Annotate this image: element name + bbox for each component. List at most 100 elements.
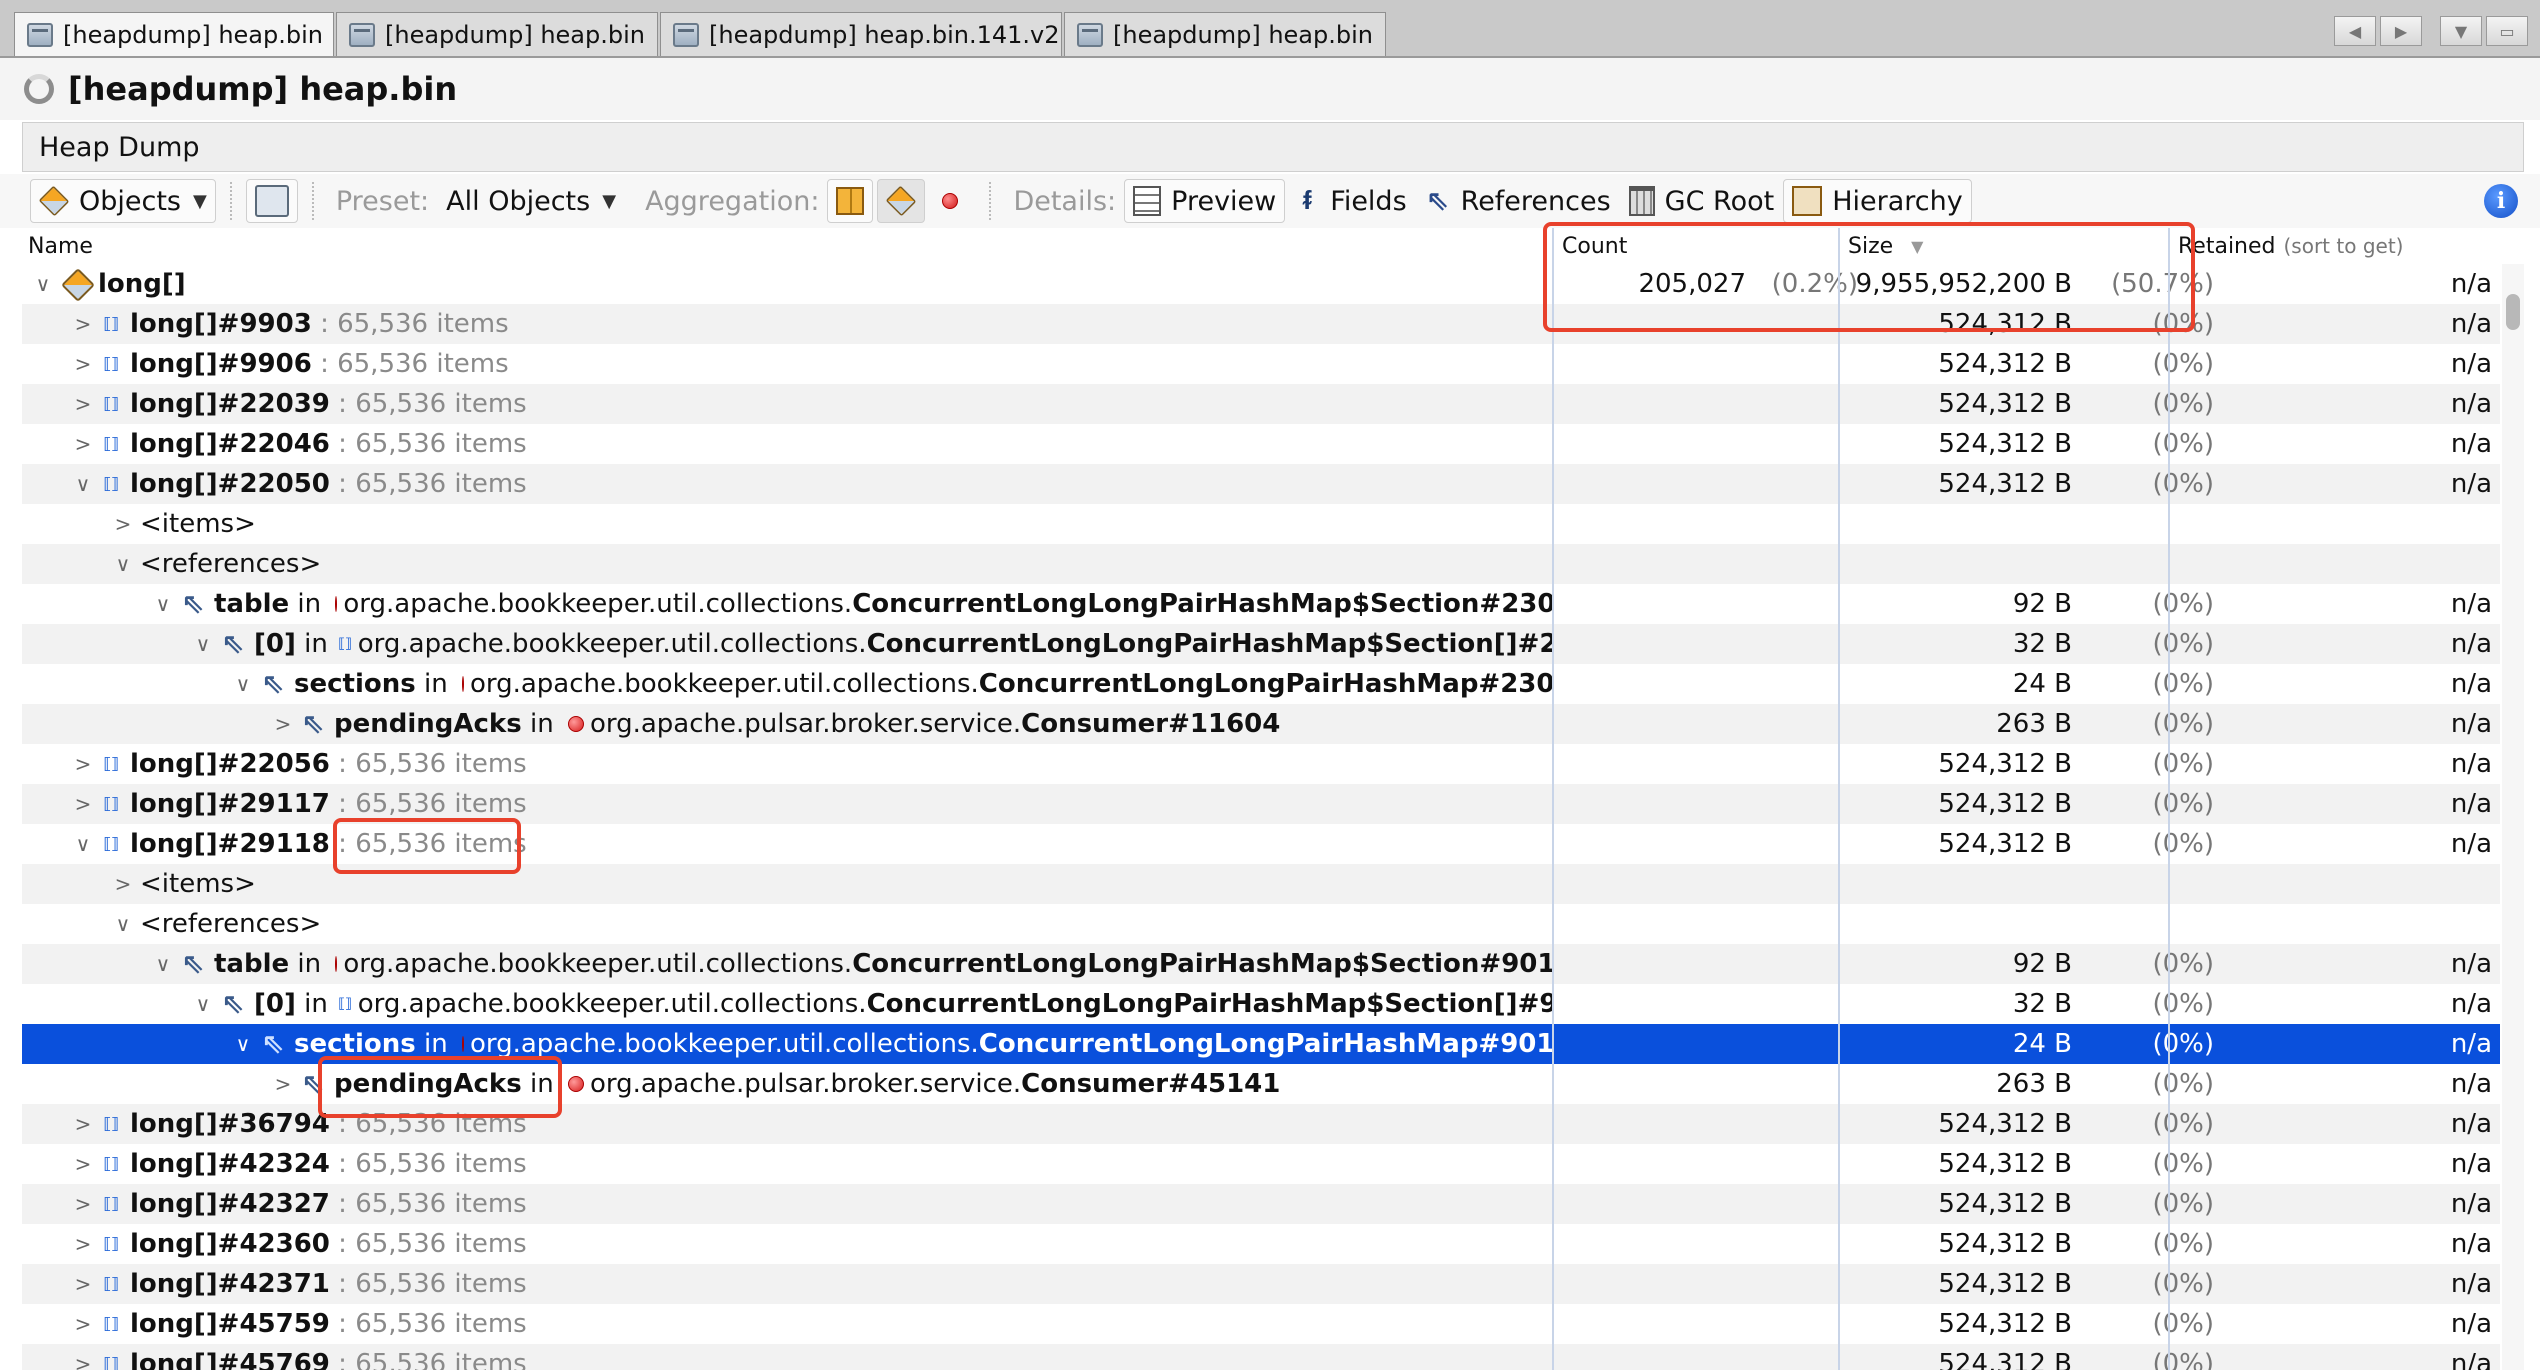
collapse-icon[interactable]: ∨ <box>150 952 176 976</box>
array-instance-icon: ⟦⟧ <box>338 636 352 652</box>
tab-heap-bin-2[interactable]: [heapdump] heap.bin ✕ <box>336 12 658 56</box>
table-row[interactable]: > ⇖ pendingAcks in org.apache.pulsar.broke… <box>22 704 2500 744</box>
table-row[interactable]: ∨ ⇖ sections in org.apache.bookkeeper.util… <box>22 664 2500 704</box>
collapse-icon[interactable]: ∨ <box>190 992 216 1016</box>
heap-toolbar: Objects ▼ Preset: All Objects ▼ Aggregat… <box>0 174 2540 228</box>
table-row[interactable]: ∨ ⇖ table in org.apache.bookkeeper.util.co… <box>22 584 2500 624</box>
expand-icon[interactable]: > <box>70 312 96 336</box>
size-value: 524,312 B <box>1938 469 2072 499</box>
expand-icon[interactable]: > <box>70 792 96 816</box>
expand-icon[interactable]: > <box>70 1232 96 1256</box>
instance-name: long[]#29117 <box>130 789 330 819</box>
hierarchy-button[interactable]: Hierarchy <box>1783 179 1972 223</box>
tab-heap-bin-1[interactable]: [heapdump] heap.bin ✕ <box>14 12 334 56</box>
expand-icon[interactable]: > <box>70 392 96 416</box>
instance-items-count: : 65,536 items <box>329 1309 527 1339</box>
collapse-icon[interactable]: ∨ <box>230 1032 256 1056</box>
column-header-retained[interactable]: Retained (sort to get) <box>2172 228 2502 264</box>
size-value: 32 B <box>2012 989 2072 1019</box>
collapse-icon[interactable]: ∨ <box>70 472 96 496</box>
table-row[interactable]: > <items> <box>22 504 2500 544</box>
table-row[interactable]: > ⟦⟧ long[]#22039 : 65,536 items 524,312 B (… <box>22 384 2500 424</box>
name-cell: > ⇖ pendingAcks in org.apache.pulsar.broke… <box>22 1064 1552 1104</box>
maximize-icon[interactable]: ▭ <box>2486 16 2528 46</box>
expand-icon[interactable]: > <box>70 352 96 376</box>
table-row[interactable]: > ⟦⟧ long[]#22056 : 65,536 items 524,312 B (… <box>22 744 2500 784</box>
array-instance-icon: ⟦⟧ <box>103 314 119 333</box>
vertical-scrollbar[interactable] <box>2502 264 2524 1370</box>
collapse-icon[interactable]: ∨ <box>190 632 216 656</box>
collapse-icon[interactable]: ∨ <box>30 272 56 296</box>
table-row[interactable]: > ⟦⟧ long[]#9906 : 65,536 items 524,312 B (0… <box>22 344 2500 384</box>
table-row[interactable]: > ⟦⟧ long[]#42360 : 65,536 items 524,312 B (… <box>22 1224 2500 1264</box>
expand-icon[interactable]: > <box>70 752 96 776</box>
array-instance-icon: ⟦⟧ <box>103 434 119 453</box>
aggregation-classes-button[interactable] <box>877 179 926 223</box>
collapse-icon[interactable]: ∨ <box>110 912 136 936</box>
size-value: 524,312 B <box>1938 429 2072 459</box>
table-row[interactable]: ∨ <references> <box>22 544 2500 584</box>
expand-icon[interactable]: > <box>110 872 136 896</box>
table-row[interactable]: > ⟦⟧ long[]#45769 : 65,536 items 524,312 B (… <box>22 1344 2500 1370</box>
table-row[interactable]: ∨ ⟦⟧ long[]#22050 : 65,536 items 524,312 B (… <box>22 464 2500 504</box>
collapse-icon[interactable]: ∨ <box>70 832 96 856</box>
scrollbar-thumb[interactable] <box>2506 294 2520 330</box>
aggregation-packages-button[interactable] <box>827 179 874 223</box>
scroll-right-icon[interactable]: ▶ <box>2380 16 2422 46</box>
expand-icon[interactable]: > <box>70 1312 96 1336</box>
size-percent: (0%) <box>2152 749 2214 779</box>
column-header-name[interactable]: Name <box>22 228 1552 264</box>
references-button[interactable]: ⇖ References <box>1416 179 1620 223</box>
table-row[interactable]: > ⟦⟧ long[]#42327 : 65,536 items 524,312 B (… <box>22 1184 2500 1224</box>
tab-heap-bin-141-v2[interactable]: [heapdump] heap.bin.141.v2 ✕ <box>660 12 1062 56</box>
preview-button[interactable]: Preview <box>1124 179 1286 223</box>
reference-package: org.apache.bookkeeper.util.collections. <box>343 949 853 979</box>
table-row[interactable]: > ⟦⟧ long[]#22046 : 65,536 items 524,312 B (… <box>22 424 2500 464</box>
objects-view-dropdown[interactable]: Objects ▼ <box>30 179 216 223</box>
table-row[interactable]: ∨ ⇖ [0] in ⟦⟧ org.apache.bookkeeper.util.co… <box>22 984 2500 1024</box>
table-row[interactable]: > ⟦⟧ long[]#45759 : 65,536 items 524,312 B (… <box>22 1304 2500 1344</box>
instance-name: long[]#29118 <box>130 829 330 859</box>
expand-icon[interactable]: > <box>270 712 296 736</box>
info-icon[interactable]: i <box>2484 184 2518 218</box>
size-value: 24 B <box>2012 1029 2072 1059</box>
reference-package: org.apache.bookkeeper.util.collections. <box>357 989 867 1019</box>
take-snapshot-button[interactable] <box>245 179 298 223</box>
size-percent: (0%) <box>2152 949 2214 979</box>
size-value: 524,312 B <box>1938 749 2072 779</box>
expand-icon[interactable]: > <box>70 1352 96 1370</box>
references-label: References <box>1460 185 1611 217</box>
scroll-left-icon[interactable]: ◀ <box>2334 16 2376 46</box>
table-row[interactable]: ∨ ⇖ [0] in ⟦⟧ org.apache.bookkeeper.util.co… <box>22 624 2500 664</box>
fields-label: Fields <box>1330 185 1407 217</box>
size-percent: (0%) <box>2152 1229 2214 1259</box>
preset-dropdown[interactable]: All Objects ▼ <box>437 179 625 223</box>
size-percent: (0%) <box>2152 1029 2214 1059</box>
expand-icon[interactable]: > <box>70 1152 96 1176</box>
collapse-icon[interactable]: ∨ <box>150 592 176 616</box>
instance-name: long[]#42360 <box>130 1229 330 1259</box>
fields-button[interactable]: ᵮ Fields <box>1285 179 1415 223</box>
expand-icon[interactable]: > <box>270 1072 296 1096</box>
expand-icon[interactable]: > <box>70 1192 96 1216</box>
name-cell: ∨ ⇖ [0] in ⟦⟧ org.apache.bookkeeper.util.co… <box>22 624 1552 664</box>
chevron-down-icon: ▼ <box>193 190 207 212</box>
tab-heap-bin-3[interactable]: [heapdump] heap.bin ✕ <box>1064 12 1386 56</box>
aggregation-label: Aggregation: <box>645 185 820 217</box>
expand-icon[interactable]: > <box>70 432 96 456</box>
table-row[interactable]: > ⟦⟧ long[]#42324 : 65,536 items 524,312 B (… <box>22 1144 2500 1184</box>
name-cell: > ⟦⟧ long[]#36794 : 65,536 items <box>22 1104 1552 1144</box>
gc-root-button[interactable]: GC Root <box>1620 179 1784 223</box>
table-row[interactable]: > ⟦⟧ long[]#42371 : 65,536 items 524,312 B (… <box>22 1264 2500 1304</box>
expand-icon[interactable]: > <box>110 512 136 536</box>
expand-icon[interactable]: > <box>70 1272 96 1296</box>
expand-icon[interactable]: > <box>70 1112 96 1136</box>
reference-arrow-icon: ⇖ <box>1425 184 1450 217</box>
table-row[interactable]: ∨ <references> <box>22 904 2500 944</box>
collapse-icon[interactable]: ∨ <box>110 552 136 576</box>
aggregation-instances-button[interactable] <box>925 179 975 223</box>
collapse-icon[interactable]: ∨ <box>230 672 256 696</box>
retained-value: n/a <box>2450 309 2492 339</box>
tab-list-icon[interactable]: ▼ <box>2440 16 2482 46</box>
table-row[interactable]: ∨ ⇖ table in org.apache.bookkeeper.util.co… <box>22 944 2500 984</box>
